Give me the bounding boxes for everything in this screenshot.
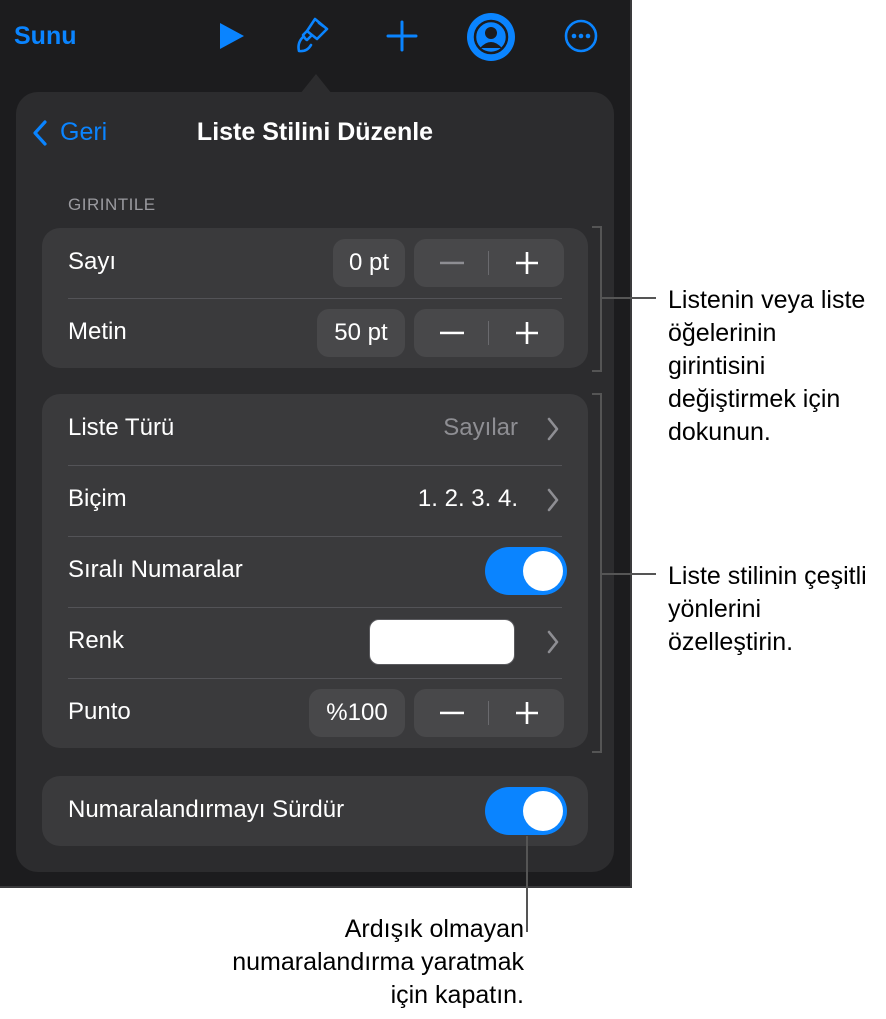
list-type-value: Sayılar bbox=[443, 414, 518, 441]
indent-row-text: Metin 50 pt bbox=[42, 298, 588, 368]
indent-number-stepper bbox=[414, 239, 564, 287]
indent-callout-line bbox=[602, 297, 656, 299]
sequential-label: Sıralı Numaralar bbox=[68, 556, 243, 583]
continue-numbering-row: Numaralandırmayı Sürdür bbox=[42, 776, 588, 846]
color-label: Renk bbox=[68, 627, 125, 654]
minus-button[interactable] bbox=[414, 239, 489, 287]
plus-icon bbox=[515, 702, 538, 724]
color-row[interactable]: Renk bbox=[42, 607, 588, 677]
minus-icon bbox=[439, 261, 464, 265]
indent-number-label: Sayı bbox=[68, 248, 117, 275]
plus-button[interactable] bbox=[489, 689, 564, 737]
indent-row-number: Sayı 0 pt bbox=[42, 228, 588, 298]
minus-button[interactable] bbox=[414, 309, 489, 357]
plus-button[interactable] bbox=[489, 239, 564, 287]
paintbrush-icon[interactable] bbox=[291, 14, 335, 58]
indent-group: Sayı 0 pt Metin 50 pt bbox=[42, 228, 588, 368]
style-callout-text: Liste stilinin çeşitli yönlerini özelleş… bbox=[668, 562, 867, 656]
popover-arrow bbox=[300, 74, 332, 94]
style-group: Liste Türü Sayılar Biçim 1. 2. 3. 4. Sır… bbox=[42, 394, 588, 748]
continue-numbering-toggle[interactable] bbox=[485, 787, 567, 835]
toggle-knob bbox=[523, 551, 563, 591]
chevron-right-icon bbox=[547, 488, 559, 512]
row-separator bbox=[68, 536, 562, 537]
sequential-toggle[interactable] bbox=[485, 547, 567, 595]
minus-icon bbox=[439, 711, 464, 715]
ipad-screen: Sunu Geri Liste Stilini Düzenle GIRINTIL… bbox=[0, 0, 632, 888]
continue-callout-text: Ardışık olmayan numaralandırma yaratmak … bbox=[232, 915, 524, 1009]
continue-callout-line bbox=[526, 836, 528, 932]
popover-title: Liste Stilini Düzenle bbox=[196, 118, 434, 146]
list-style-popover: Geri Liste Stilini Düzenle GIRINTILE Say… bbox=[16, 92, 614, 872]
row-separator bbox=[68, 465, 562, 466]
format-row[interactable]: Biçim 1. 2. 3. 4. bbox=[42, 465, 588, 535]
sequential-row: Sıralı Numaralar bbox=[42, 536, 588, 606]
minus-button[interactable] bbox=[414, 689, 489, 737]
indent-section-label: GIRINTILE bbox=[68, 195, 156, 214]
indent-callout-bracket bbox=[592, 226, 602, 372]
color-swatch[interactable] bbox=[369, 619, 515, 665]
plus-icon bbox=[515, 252, 538, 274]
chevron-right-icon bbox=[547, 630, 559, 654]
style-callout-line bbox=[602, 573, 656, 575]
indent-callout-text: Listenin veya liste öğelerinin girintisi… bbox=[668, 286, 866, 446]
size-stepper bbox=[414, 689, 564, 737]
more-icon[interactable] bbox=[559, 14, 603, 58]
chevron-right-icon bbox=[547, 417, 559, 441]
play-icon[interactable] bbox=[209, 14, 253, 58]
row-separator bbox=[68, 678, 562, 679]
list-type-label: Liste Türü bbox=[68, 414, 175, 441]
continue-numbering-label: Numaralandırmayı Sürdür bbox=[68, 796, 345, 823]
format-label: Biçim bbox=[68, 485, 127, 512]
presentation-title-button[interactable]: Sunu bbox=[14, 22, 77, 51]
continue-group: Numaralandırmayı Sürdür bbox=[42, 776, 588, 846]
row-separator bbox=[68, 607, 562, 608]
row-separator bbox=[68, 298, 562, 299]
size-row: Punto %100 bbox=[42, 678, 588, 748]
indent-text-label: Metin bbox=[68, 318, 127, 345]
collaborate-icon[interactable] bbox=[466, 12, 516, 62]
plus-icon[interactable] bbox=[380, 14, 424, 58]
indent-number-value[interactable]: 0 pt bbox=[333, 239, 405, 287]
minus-icon bbox=[439, 331, 464, 335]
indent-text-value[interactable]: 50 pt bbox=[317, 309, 405, 357]
toolbar: Sunu bbox=[0, 0, 630, 80]
style-callout-bracket bbox=[592, 393, 602, 753]
size-value[interactable]: %100 bbox=[309, 689, 405, 737]
indent-text-stepper bbox=[414, 309, 564, 357]
size-label: Punto bbox=[68, 698, 131, 725]
toggle-knob bbox=[523, 791, 563, 831]
list-type-row[interactable]: Liste Türü Sayılar bbox=[42, 394, 588, 464]
format-value: 1. 2. 3. 4. bbox=[417, 485, 518, 512]
plus-icon bbox=[515, 322, 538, 344]
plus-button[interactable] bbox=[489, 309, 564, 357]
